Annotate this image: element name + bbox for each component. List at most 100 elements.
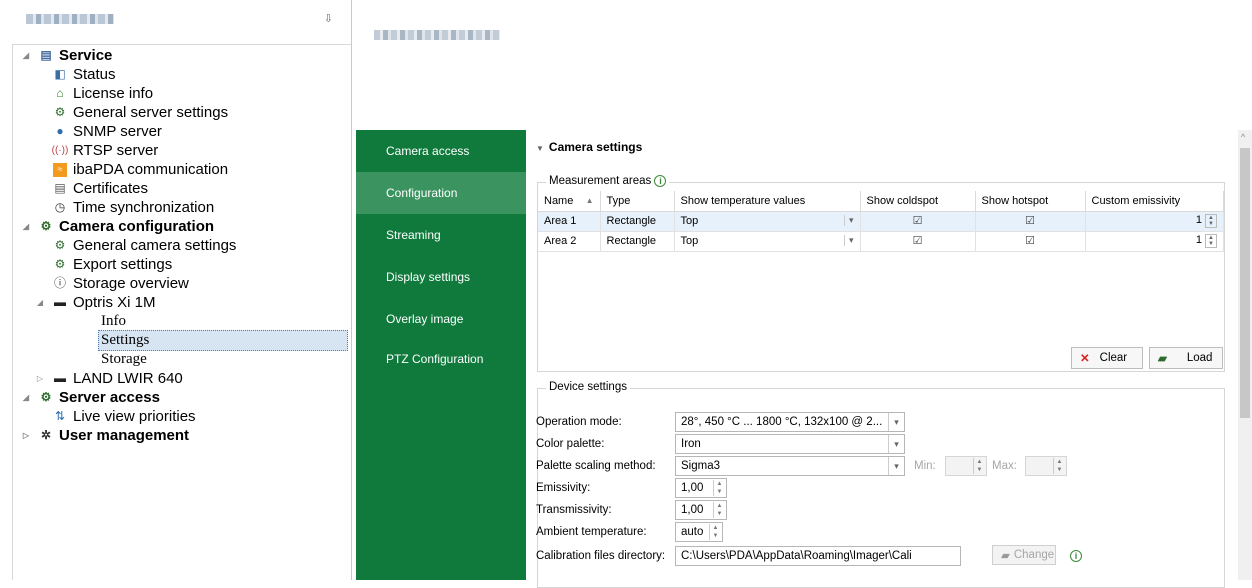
tree-node-settings[interactable]: Settings <box>98 330 351 351</box>
clear-button[interactable]: ✕ Clear <box>1071 347 1143 369</box>
cell-coldspot[interactable]: ☑ <box>860 211 976 232</box>
table-row[interactable]: Area 2 Rectangle Top ▾ ☑ ☑ ▲ ▼ 1 <box>538 231 1224 252</box>
tree-node-user-management[interactable]: ▷ ✲ User management <box>21 426 189 445</box>
calibration-dir-input[interactable]: C:\Users\PDA\AppData\Roaming\Imager\Cali <box>675 546 961 566</box>
nav-ptz-configuration[interactable]: PTZ Configuration <box>356 338 526 380</box>
tree-node-live-view-priorities[interactable]: ⇅ Live view priorities <box>53 407 196 426</box>
transmissivity-input[interactable]: 1,00 ▲ ▼ <box>675 500 727 520</box>
tree-node-ibapda-communication[interactable]: ≈ ibaPDA communication <box>53 160 228 179</box>
chevron-down-icon[interactable]: ▾ <box>843 235 854 246</box>
palette-scaling-select[interactable]: Sigma3 ▾ <box>675 456 905 476</box>
tree-node-storage[interactable]: Storage <box>101 350 147 369</box>
spinner-icon[interactable]: ▲ ▼ <box>1205 214 1217 228</box>
spinner-icon[interactable]: ▲ ▼ <box>709 524 721 540</box>
measurement-areas-group: Measurement areas i Name ▲ Type Show temp… <box>537 175 1225 372</box>
tree-node-license-info[interactable]: ⌂ License info <box>53 84 153 103</box>
tree-node-status[interactable]: ◧ Status <box>53 65 115 84</box>
cell-name: Area 1 <box>538 211 601 232</box>
vertical-scrollbar[interactable]: ^ <box>1238 130 1252 580</box>
sort-asc-icon: ▲ <box>585 195 594 205</box>
color-palette-label: Color palette: <box>536 438 605 450</box>
nav-overlay-image[interactable]: Overlay image <box>356 298 526 340</box>
min-input[interactable]: ▲ ▼ <box>945 456 987 476</box>
checkbox-checked-icon[interactable]: ☑ <box>912 236 923 247</box>
tree-node-certificates[interactable]: ▤ Certificates <box>53 179 148 198</box>
info-icon: ⓘ <box>53 276 66 290</box>
scroll-up-icon[interactable]: ^ <box>1241 132 1245 142</box>
tree-node-general-server-settings[interactable]: ⚙ General server settings <box>53 103 228 122</box>
checkbox-checked-icon[interactable]: ☑ <box>912 216 923 227</box>
tree-node-label: ibaPDA communication <box>73 161 229 178</box>
collapse-icon[interactable]: ◢ <box>21 388 31 407</box>
tree-node-camera-configuration[interactable]: ◢ ⚙ Camera configuration <box>21 217 214 236</box>
cell-hotspot[interactable]: ☑ <box>975 231 1086 252</box>
column-header-type[interactable]: Type <box>600 191 675 212</box>
cell-temperature[interactable]: Top ▾ <box>674 231 861 252</box>
nav-configuration[interactable]: Configuration <box>356 172 526 214</box>
nav-display-settings[interactable]: Display settings <box>356 256 526 298</box>
tree: ◢ ▤ Service ◧ Status ⌂ License info ⚙ Ge… <box>12 44 351 580</box>
checkbox-checked-icon[interactable]: ☑ <box>1025 236 1036 247</box>
color-palette-select[interactable]: Iron ▾ <box>675 434 905 454</box>
emissivity-input[interactable]: 1,00 ▲ ▼ <box>675 478 727 498</box>
change-button[interactable]: ▰ Change <box>992 545 1056 565</box>
tree-node-storage-overview[interactable]: ⓘ Storage overview <box>53 274 189 293</box>
tree-node-land-lwir-640[interactable]: ▷ ▬ LAND LWIR 640 <box>35 369 183 388</box>
ambient-temperature-input[interactable]: auto ▲ ▼ <box>675 522 723 542</box>
tree-node-service[interactable]: ◢ ▤ Service <box>21 46 112 65</box>
operation-mode-select[interactable]: 28°, 450 °C ... 1800 °C, 132x100 @ 2... … <box>675 412 905 432</box>
collapse-icon[interactable]: ◢ <box>35 293 45 312</box>
camera-settings-header[interactable]: ▼ Camera settings <box>536 140 642 154</box>
cell-emissivity[interactable]: ▲ ▼ 1 <box>1085 231 1224 252</box>
gears-icon: ⚙ <box>40 390 52 404</box>
tree-node-label: LAND LWIR 640 <box>73 370 183 387</box>
tree-node-time-synchronization[interactable]: ◷ Time synchronization <box>53 198 214 217</box>
expand-icon[interactable]: ▷ <box>21 426 31 445</box>
column-header-hotspot[interactable]: Show hotspot <box>975 191 1086 212</box>
max-input[interactable]: ▲ ▼ <box>1025 456 1067 476</box>
chevron-down-icon: ▾ <box>888 435 904 453</box>
info-icon[interactable]: i <box>1070 550 1082 562</box>
spinner-icon[interactable]: ▲ ▼ <box>713 480 725 496</box>
collapse-icon[interactable]: ◢ <box>21 217 31 236</box>
settings-nav: Camera access Configuration Streaming Di… <box>356 130 526 580</box>
close-icon: ✕ <box>1080 353 1090 365</box>
panel-title-blurred <box>26 14 114 24</box>
chevron-down-icon: ▾ <box>888 457 904 475</box>
tree-node-general-camera-settings[interactable]: ⚙ General camera settings <box>53 236 237 255</box>
tree-node-optris-xi-1m[interactable]: ◢ ▬ Optris Xi 1M <box>35 293 156 312</box>
checkbox-checked-icon[interactable]: ☑ <box>1025 216 1036 227</box>
cell-type: Rectangle <box>600 211 675 232</box>
table-header-row: Name ▲ Type Show temperature values Show … <box>538 191 1224 212</box>
column-header-emissivity[interactable]: Custom emissivity <box>1085 191 1224 212</box>
column-header-coldspot[interactable]: Show coldspot <box>860 191 976 212</box>
rtsp-icon: ((·)) <box>51 145 69 156</box>
expand-icon[interactable]: ▷ <box>35 369 45 388</box>
cell-temperature[interactable]: Top ▾ <box>674 211 861 232</box>
info-icon[interactable]: i <box>654 175 667 187</box>
cell-emissivity[interactable]: ▲ ▼ 1 <box>1085 211 1224 232</box>
tree-node-label: Server access <box>59 389 160 406</box>
users-gear-icon: ✲ <box>40 428 52 442</box>
cell-hotspot[interactable]: ☑ <box>975 211 1086 232</box>
pin-icon[interactable]: ⇩ <box>324 12 333 25</box>
tree-node-server-access[interactable]: ◢ ⚙ Server access <box>21 388 160 407</box>
scrollbar-thumb[interactable] <box>1240 148 1250 418</box>
table-row[interactable]: Area 1 Rectangle Top ▾ ☑ ☑ ▲ ▼ 1 <box>538 211 1224 232</box>
tree-node-info[interactable]: Info <box>101 312 126 331</box>
column-header-temperature[interactable]: Show temperature values <box>674 191 861 212</box>
cell-coldspot[interactable]: ☑ <box>860 231 976 252</box>
column-header-name[interactable]: Name ▲ <box>538 191 601 212</box>
chevron-down-icon[interactable]: ▾ <box>843 215 854 226</box>
load-button[interactable]: ▰ Load <box>1149 347 1223 369</box>
nav-camera-access[interactable]: Camera access <box>356 130 526 172</box>
spinner-icon[interactable]: ▲ ▼ <box>713 502 725 518</box>
gears-icon: ⚙ <box>54 105 66 119</box>
tree-node-rtsp-server[interactable]: ((·)) RTSP server <box>51 141 159 160</box>
collapse-icon: ▼ <box>536 144 544 153</box>
tree-node-snmp-server[interactable]: ● SNMP server <box>53 122 162 141</box>
nav-streaming[interactable]: Streaming <box>356 214 526 256</box>
tree-node-export-settings[interactable]: ⚙ Export settings <box>53 255 173 274</box>
spinner-icon[interactable]: ▲ ▼ <box>1205 234 1217 248</box>
collapse-icon[interactable]: ◢ <box>21 46 31 65</box>
